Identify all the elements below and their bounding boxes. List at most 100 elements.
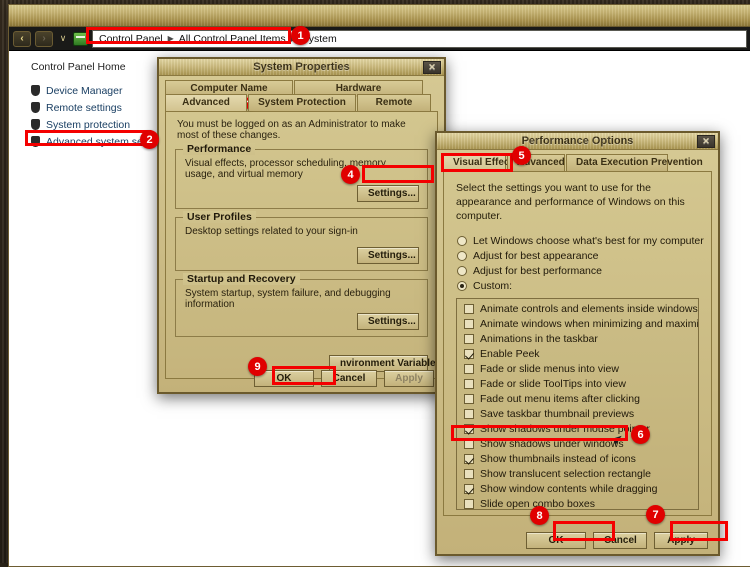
user-profiles-group-text: Desktop settings related to your sign-in — [185, 226, 358, 237]
radio-label: Adjust for best performance — [473, 264, 602, 277]
step-number-4: 4 — [341, 165, 360, 184]
shield-icon — [31, 102, 40, 113]
checkbox-show-shadows-under-windows[interactable]: Show shadows under windows — [457, 437, 698, 452]
checkbox-icon-checked — [464, 484, 474, 495]
startup-recovery-settings-button[interactable]: Settings... — [357, 313, 419, 330]
checkbox-show-shadows-under-mouse-pointer[interactable]: Show shadows under mouse pointer — [457, 422, 698, 437]
checkbox-show-translucent-selection-rectangle[interactable]: Show translucent selection rectangle — [457, 467, 698, 482]
breadcrumb-item-control-panel[interactable]: Control Panel — [99, 33, 163, 45]
checkbox-label: Animations in the taskbar — [480, 333, 598, 346]
checkbox-icon-checked — [464, 349, 474, 360]
tab-remote[interactable]: Remote — [357, 94, 431, 111]
performance-options-titlebar: Performance Options ✕ — [437, 133, 718, 150]
tab-advanced[interactable]: Advanced — [165, 94, 247, 111]
checkbox-label: Fade out menu items after clicking — [480, 393, 640, 406]
checkbox-fade-out-menu-items-after-clicking[interactable]: Fade out menu items after clicking — [457, 392, 698, 407]
tab-visual-effects[interactable]: Visual Effects — [443, 154, 518, 171]
shield-icon — [31, 85, 40, 96]
perf-ok-button[interactable]: OK — [526, 532, 586, 549]
checkbox-icon — [464, 394, 474, 405]
performance-options-tabs: Visual Effects Advanced Data Execution P… — [437, 150, 718, 171]
shield-icon — [31, 136, 40, 147]
sidebar-header[interactable]: Control Panel Home — [31, 61, 174, 73]
radio-adjust-best-performance[interactable]: Adjust for best performance — [457, 265, 711, 277]
close-icon[interactable]: ✕ — [697, 135, 715, 148]
checkbox-label: Show shadows under mouse pointer — [480, 423, 650, 436]
checkbox-label: Show shadows under windows — [480, 438, 624, 451]
checkbox-icon — [464, 334, 474, 345]
back-button[interactable]: ‹ — [13, 30, 31, 47]
screen: ‹ › ∨ Control Panel ▶ All Control Panel … — [0, 0, 750, 567]
checkbox-show-window-contents-while-dragging[interactable]: Show window contents while dragging — [457, 482, 698, 497]
checkbox-icon — [464, 499, 474, 509]
step-number-8: 8 — [530, 506, 549, 525]
checkbox-save-taskbar-thumbnail-previews[interactable]: Save taskbar thumbnail previews — [457, 407, 698, 422]
checkbox-animations-in-the-taskbar[interactable]: Animations in the taskbar — [457, 332, 698, 347]
sysprops-apply-button: Apply — [384, 370, 434, 387]
breadcrumb-separator-icon: ▶ — [167, 34, 174, 43]
checkbox-label: Fade or slide ToolTips into view — [480, 378, 626, 391]
radio-adjust-best-appearance[interactable]: Adjust for best appearance — [457, 250, 711, 262]
radio-custom[interactable]: Custom: — [457, 280, 711, 292]
perf-cancel-button[interactable]: Cancel — [593, 532, 647, 549]
visual-effects-checkbox-list[interactable]: Animate controls and elements inside win… — [456, 297, 699, 510]
radio-icon-selected — [457, 280, 467, 291]
performance-settings-button[interactable]: Settings... — [357, 185, 419, 202]
tab-data-execution-prevention[interactable]: Data Execution Prevention — [566, 154, 703, 171]
radio-label: Custom: — [473, 279, 513, 292]
step-number-6: 6 — [631, 425, 650, 444]
checkbox-icon — [464, 439, 474, 450]
sidebar-item-device-manager[interactable]: Device Manager — [31, 82, 174, 99]
sidebar-item-remote-settings[interactable]: Remote settings — [31, 99, 174, 116]
breadcrumb-bar[interactable]: Control Panel ▶ All Control Panel Items … — [92, 29, 747, 48]
step-number-1: 1 — [291, 26, 310, 45]
checkbox-label: Animate windows when minimizing and maxi… — [480, 318, 699, 331]
checkbox-icon — [464, 319, 474, 330]
sidebar-item-label: Device Manager — [46, 84, 123, 97]
checkbox-icon — [464, 409, 474, 420]
checkbox-icon — [464, 469, 474, 480]
administrator-note: You must be logged on as an Administrato… — [177, 119, 406, 141]
perf-apply-button[interactable]: Apply — [654, 532, 708, 549]
address-icon — [73, 31, 88, 46]
system-properties-title: System Properties — [253, 61, 350, 73]
step-number-5: 5 — [512, 146, 531, 165]
checkbox-icon-checked — [464, 424, 474, 435]
radio-icon — [457, 250, 467, 261]
checkbox-label: Animate controls and elements inside win… — [480, 303, 698, 316]
checkbox-fade-or-slide-menus-into-view[interactable]: Fade or slide menus into view — [457, 362, 698, 377]
system-properties-footer-buttons: OK Cancel Apply — [159, 370, 444, 387]
checkbox-icon-checked — [464, 454, 474, 465]
checkbox-label: Enable Peek — [480, 348, 540, 361]
performance-group: Performance Visual effects, processor sc… — [175, 143, 428, 209]
user-profiles-group-label: User Profiles — [183, 211, 256, 223]
recent-pages-chevron-icon[interactable]: ∨ — [57, 33, 69, 44]
startup-recovery-group-text: System startup, system failure, and debu… — [185, 288, 391, 310]
checkbox-animate-windows-when-minimizing-and-maximizing[interactable]: Animate windows when minimizing and maxi… — [457, 317, 698, 332]
close-icon[interactable]: ✕ — [423, 61, 441, 74]
system-properties-dialog: System Properties ✕ Computer Name Hardwa… — [157, 57, 446, 394]
startup-recovery-group-label: Startup and Recovery — [183, 273, 300, 285]
advanced-tab-panel: You must be logged on as an Administrato… — [165, 111, 441, 379]
titlebar-sheen — [9, 5, 750, 26]
radio-label: Adjust for best appearance — [473, 249, 599, 262]
breadcrumb-item-all-control-panel-items[interactable]: All Control Panel Items — [179, 33, 286, 45]
forward-button[interactable]: › — [35, 30, 53, 47]
sysprops-cancel-button[interactable]: Cancel — [321, 370, 377, 387]
checkbox-show-thumbnails-instead-of-icons[interactable]: Show thumbnails instead of icons — [457, 452, 698, 467]
checkbox-icon — [464, 364, 474, 375]
radio-icon — [457, 265, 467, 276]
tab-system-protection[interactable]: System Protection — [248, 94, 356, 111]
checkbox-fade-or-slide-tooltips-into-view[interactable]: Fade or slide ToolTips into view — [457, 377, 698, 392]
step-number-7: 7 — [646, 505, 665, 524]
sidebar-item-label: System protection — [46, 118, 131, 131]
sidebar-item-label: Remote settings — [46, 101, 122, 114]
radio-let-windows-choose[interactable]: Let Windows choose what's best for my co… — [457, 235, 711, 247]
visual-effects-panel: Select the settings you want to use for … — [443, 171, 712, 516]
checkbox-enable-peek[interactable]: Enable Peek — [457, 347, 698, 362]
shield-icon — [31, 119, 40, 130]
checkbox-animate-controls-and-elements-inside-windows[interactable]: Animate controls and elements inside win… — [457, 302, 698, 317]
user-profiles-settings-button[interactable]: Settings... — [357, 247, 419, 264]
radio-icon — [457, 235, 467, 246]
performance-options-title: Performance Options — [521, 135, 634, 147]
